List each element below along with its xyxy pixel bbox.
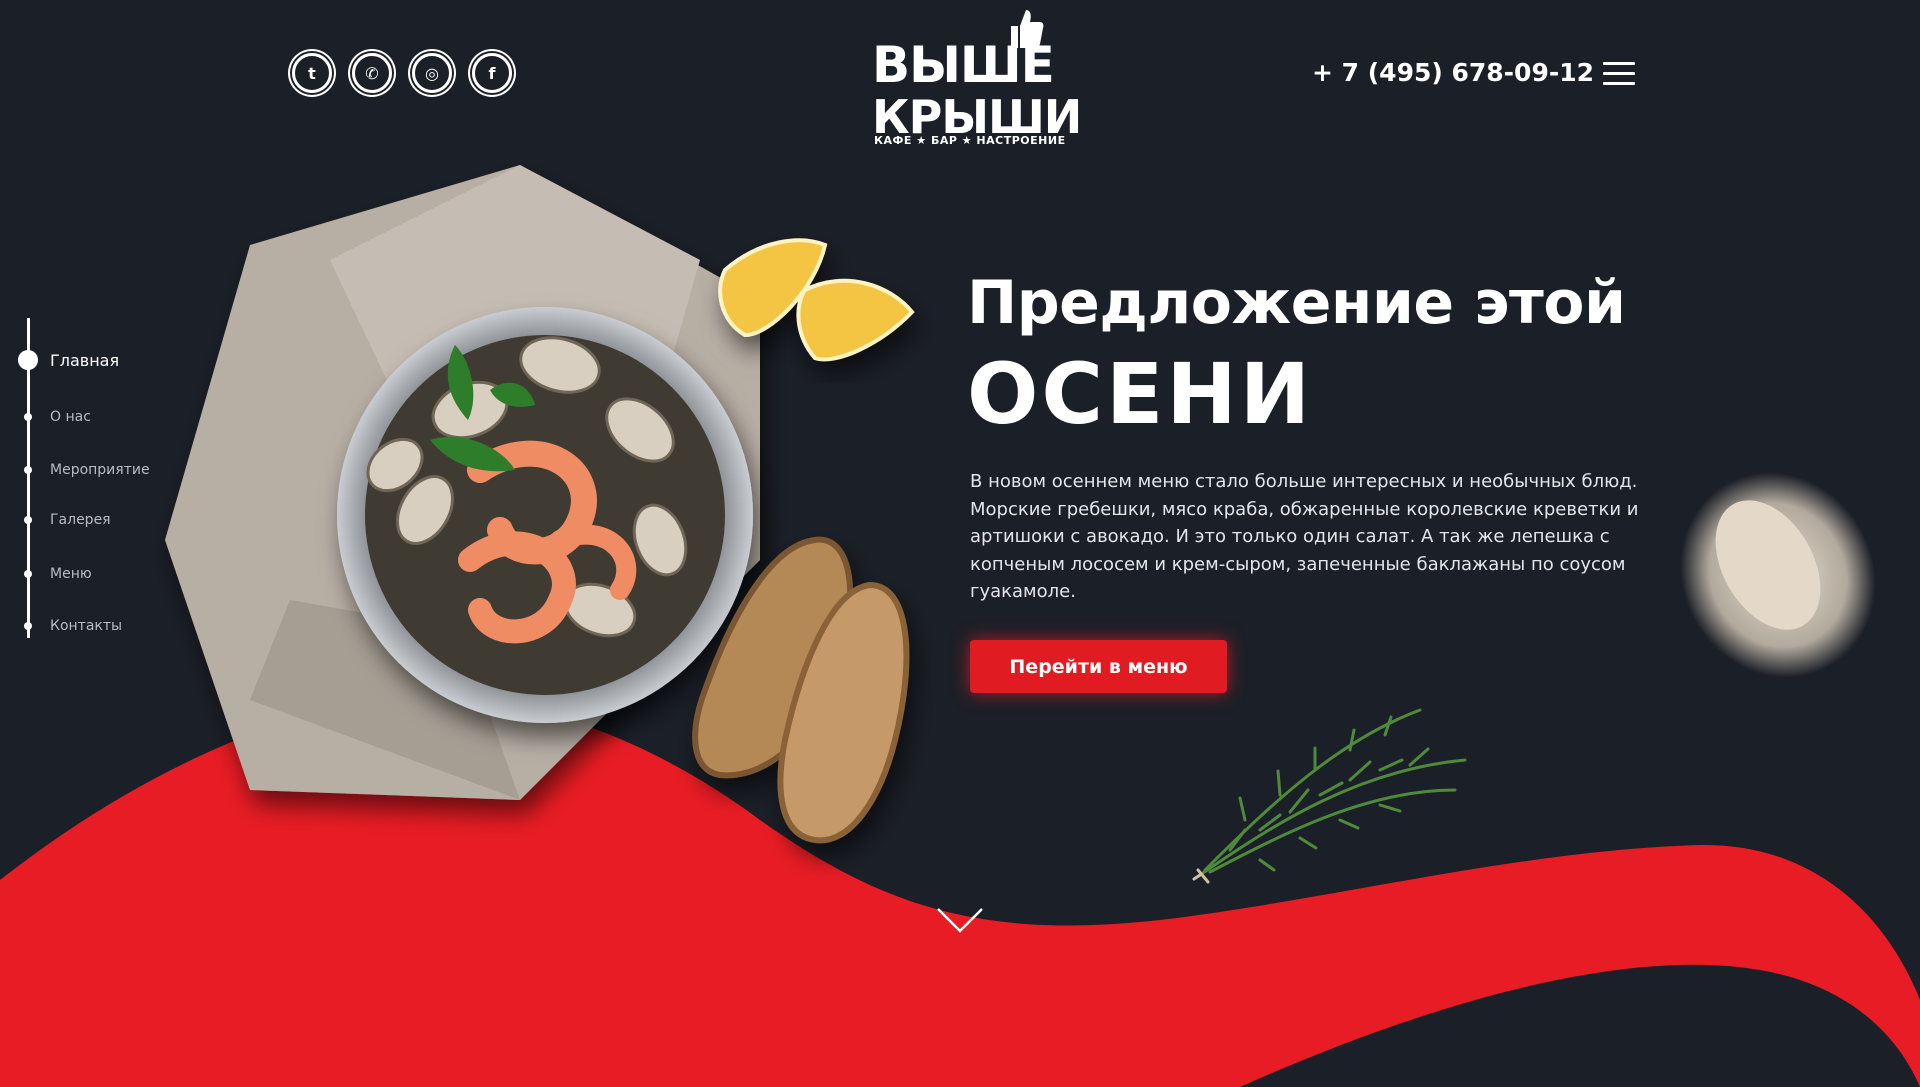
sidenav-item-contacts[interactable]: Контакты	[18, 614, 122, 638]
go-to-menu-button[interactable]: Перейти в меню	[970, 640, 1227, 693]
sidenav-item-label: Контакты	[50, 618, 123, 634]
sidenav-item-label: Галерея	[50, 512, 111, 528]
hamburger-menu-icon[interactable]	[1603, 62, 1635, 86]
side-navigation: Главная О нас Мероприятие Галерея Меню К…	[0, 318, 200, 638]
rosemary-illustration	[1192, 708, 1467, 884]
hero-description: В новом осеннем меню стало больше интере…	[970, 471, 1639, 602]
facebook-glyph: f	[488, 63, 496, 83]
social-links: t ✆ ◎ f	[292, 53, 512, 93]
sidenav-item-home[interactable]: Главная	[18, 348, 119, 372]
instagram-glyph: ◎	[425, 63, 439, 83]
twitter-glyph: t	[308, 63, 316, 83]
thumbs-up-icon	[1011, 10, 1044, 48]
sidenav-item-about[interactable]: О нас	[18, 405, 91, 429]
brand-logo[interactable]: ВЫШЕ КРЫШИ КАФЕ ★ БАР ★ НАСТРОЕНИЕ	[872, 8, 1082, 148]
sidenav-dot	[24, 466, 32, 474]
sidenav-dot	[24, 570, 32, 578]
sidenav-item-label: Меню	[50, 566, 92, 582]
sidenav-dot	[24, 622, 32, 630]
sidenav-item-events[interactable]: Мероприятие	[18, 458, 150, 482]
phone-number[interactable]: + 7 (495) 678-09-12	[1312, 58, 1594, 87]
sidenav-item-label: Мероприятие	[50, 462, 150, 478]
chevron-down-icon[interactable]	[936, 905, 984, 935]
hero-title-line2: ОСЕНИ	[967, 345, 1314, 443]
facebook-icon[interactable]: f	[472, 53, 512, 93]
hero-title-line1: Предложение этой	[967, 268, 1626, 338]
sidenav-item-menu[interactable]: Меню	[18, 562, 92, 586]
whatsapp-glyph: ✆	[365, 63, 379, 83]
sidenav-item-label: Главная	[50, 350, 120, 370]
seafood-bowl-illustration	[337, 307, 753, 723]
instagram-icon[interactable]: ◎	[412, 53, 452, 93]
whatsapp-icon[interactable]: ✆	[352, 53, 392, 93]
sidenav-dot	[18, 350, 38, 370]
twitter-icon[interactable]: t	[292, 53, 332, 93]
sidenav-dot	[24, 413, 32, 421]
sidenav-item-label: О нас	[50, 409, 91, 425]
sidenav-dot	[24, 516, 32, 524]
sidenav-item-gallery[interactable]: Галерея	[18, 508, 111, 532]
logo-tagline: КАФЕ ★ БАР ★ НАСТРОЕНИЕ	[874, 134, 1066, 147]
salt-illustration	[1680, 472, 1876, 678]
